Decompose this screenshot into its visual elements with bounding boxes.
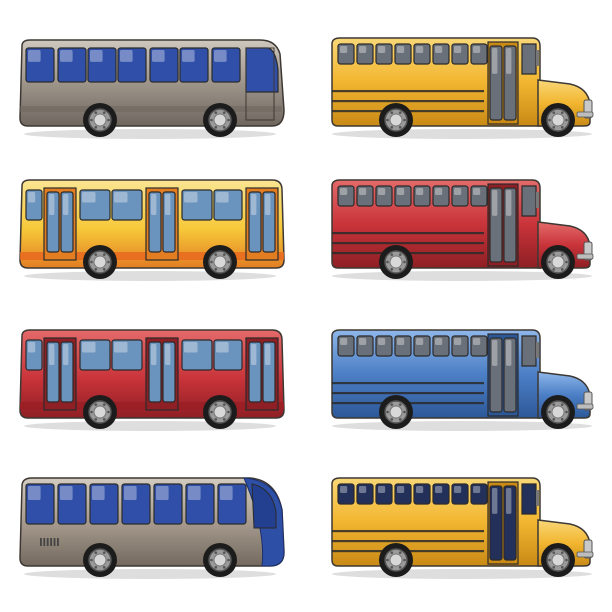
wheel [379, 103, 413, 137]
front-bumper [576, 111, 594, 118]
school-bus-yellow-dark-windows-icon [331, 477, 594, 579]
windshield [521, 185, 537, 217]
vent-slot [43, 538, 46, 546]
wheel [83, 103, 117, 137]
windshield [521, 483, 537, 515]
windshield [521, 43, 537, 75]
school-bus-yellow-icon [331, 37, 594, 139]
front-bumper [576, 551, 594, 558]
rub-rail [332, 90, 484, 93]
wheel [541, 543, 575, 577]
wheel [203, 103, 237, 137]
bus-icon-set [0, 0, 612, 612]
wheel [379, 395, 413, 429]
rub-rail [332, 392, 484, 395]
wheel [541, 103, 575, 137]
coach-bus-gray-icon [19, 39, 285, 139]
windshield [521, 335, 537, 367]
vent-slot [50, 538, 52, 546]
rub-rail [332, 100, 484, 103]
mirror-arm [536, 342, 539, 358]
wheel [203, 543, 237, 577]
wheel [83, 543, 117, 577]
ground-shadow [24, 129, 276, 139]
wheel [203, 245, 237, 279]
wheel [541, 245, 575, 279]
front-bumper [576, 403, 594, 410]
wheel [379, 245, 413, 279]
school-bus-red-icon [331, 179, 594, 281]
mirror-arm [536, 192, 539, 208]
mirror-arm [536, 490, 539, 506]
front-door-window [245, 47, 279, 93]
vent-slot [40, 538, 42, 546]
wheel [83, 395, 117, 429]
mirror-arm [536, 50, 539, 66]
vent-slot [57, 538, 59, 546]
front-bumper [576, 253, 594, 260]
ground-shadow [24, 421, 276, 431]
rub-rail [332, 232, 484, 235]
rub-rail [332, 382, 484, 385]
ground-shadow [24, 569, 276, 579]
wheel [379, 543, 413, 577]
rub-rail [332, 242, 484, 245]
wheel [83, 245, 117, 279]
modern-coach-bus-gray-icon [19, 477, 285, 579]
wheel [541, 395, 575, 429]
vent-slot [46, 538, 49, 546]
vent-slot [53, 538, 56, 546]
body-stripe [20, 106, 282, 112]
school-bus-blue-icon [331, 329, 594, 431]
city-bus-red-icon [19, 329, 285, 431]
rub-rail [332, 530, 484, 533]
rub-rail [332, 540, 484, 543]
wheel [203, 395, 237, 429]
city-bus-yellow-orange-icon [19, 179, 285, 281]
ground-shadow [24, 271, 276, 281]
